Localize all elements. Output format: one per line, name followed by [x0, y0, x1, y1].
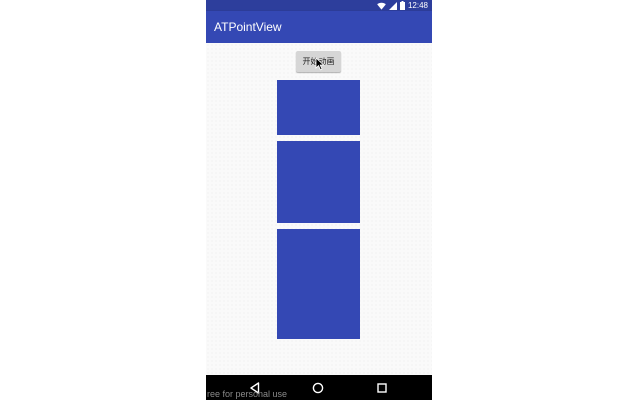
content-area: 开始动画 — [206, 43, 432, 375]
watermark-text: ree for personal use — [207, 389, 288, 399]
status-icons: 12:48 — [377, 0, 428, 11]
animated-block-2 — [277, 141, 360, 223]
status-time: 12:48 — [407, 1, 428, 10]
phone-screen: 12:48 ATPointView 开始动画 — [206, 0, 432, 400]
screen: 12:48 ATPointView 开始动画 — [0, 0, 640, 400]
mouse-pointer-icon — [315, 57, 325, 71]
wifi-icon — [377, 2, 386, 10]
app-title: ATPointView — [214, 20, 282, 34]
signal-icon — [388, 1, 397, 10]
animated-block-1 — [277, 80, 360, 135]
battery-icon — [399, 1, 405, 10]
status-bar: 12:48 — [206, 0, 432, 11]
home-icon[interactable] — [311, 381, 325, 395]
recent-apps-icon[interactable] — [375, 381, 389, 395]
app-bar: ATPointView — [206, 11, 432, 43]
animated-block-3 — [277, 229, 360, 339]
